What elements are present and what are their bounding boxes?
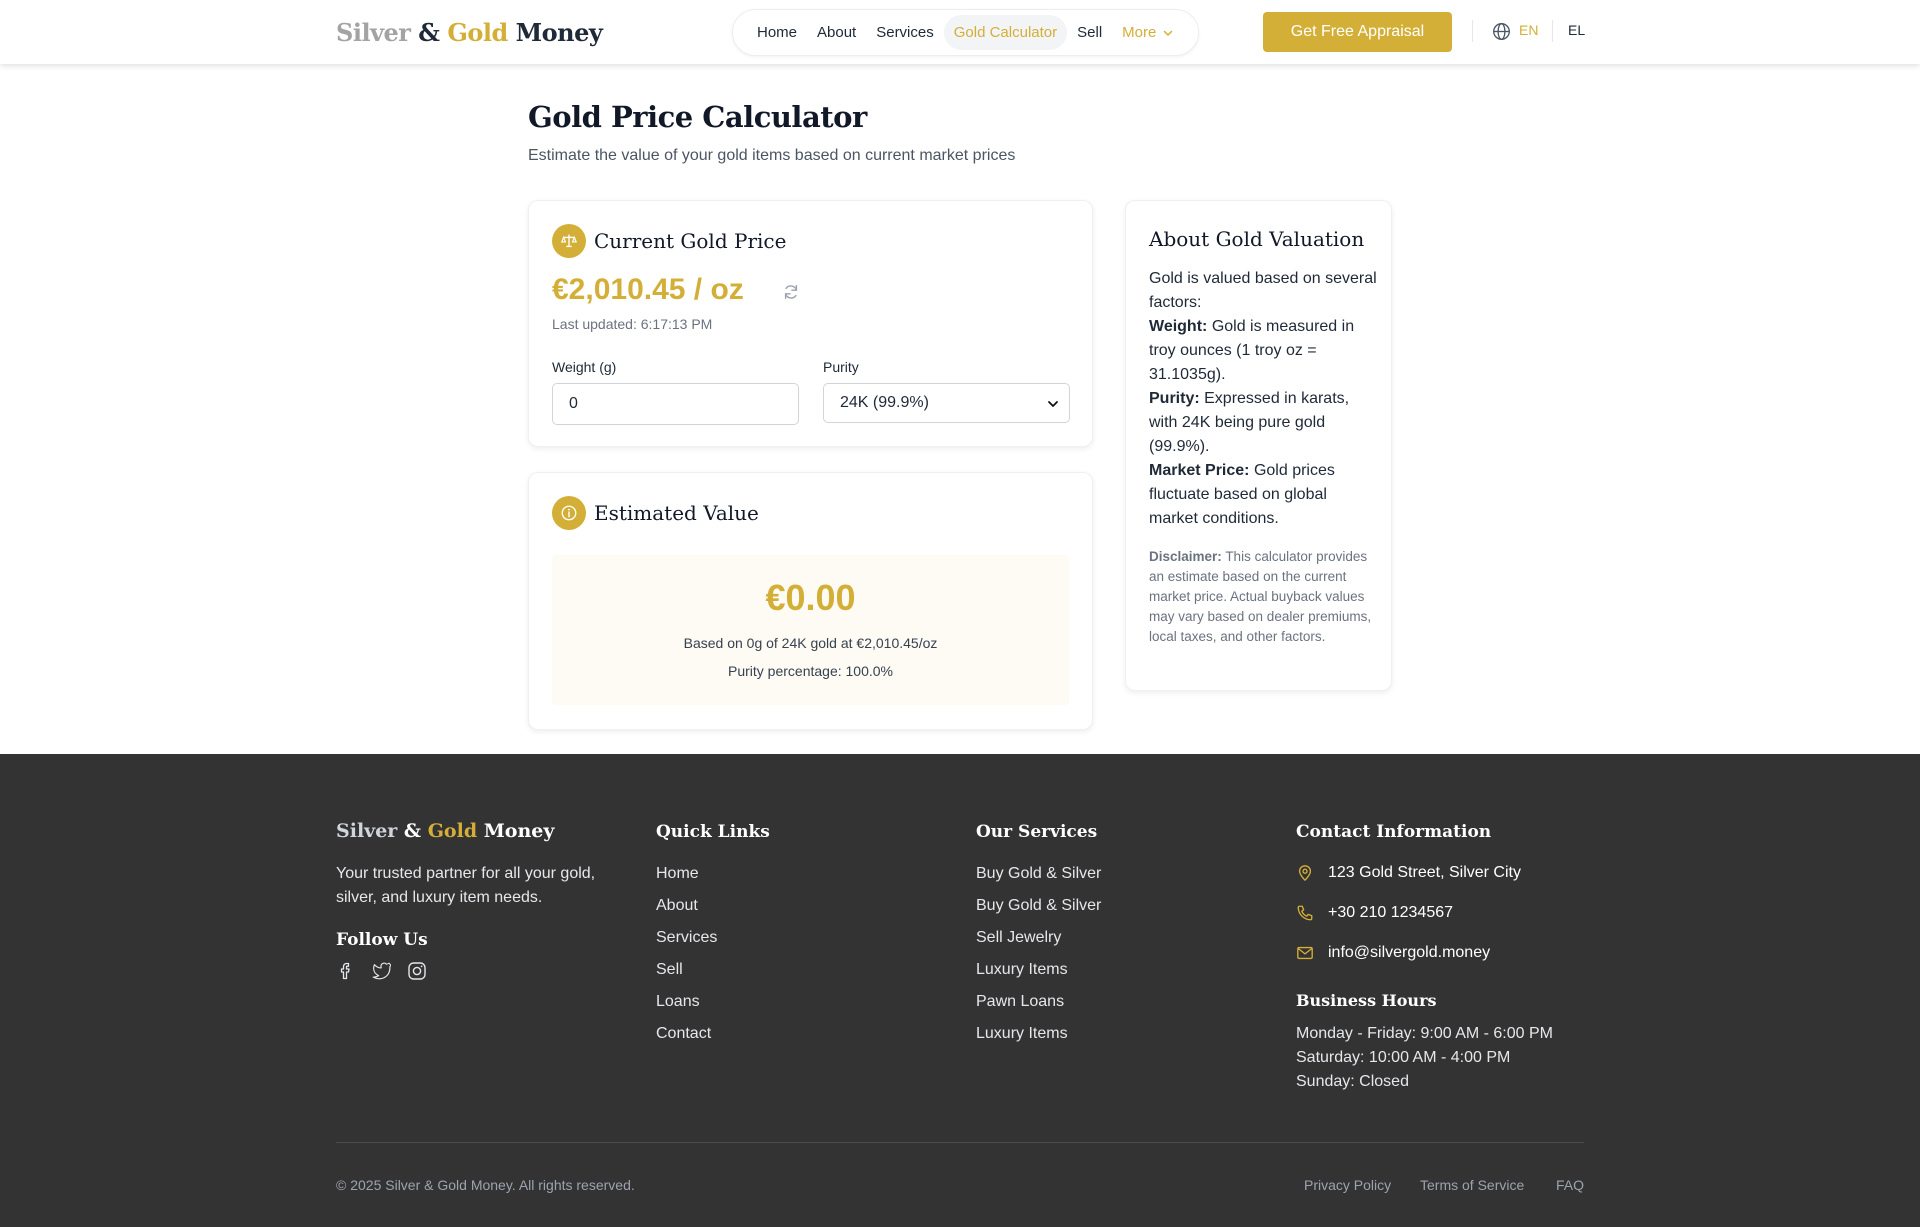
privacy-policy-link[interactable]: Privacy Policy — [1304, 1177, 1391, 1193]
footer-link-loans[interactable]: Loans — [656, 993, 700, 1011]
main-nav: Home About Services Gold Calculator Sell… — [732, 9, 1200, 56]
hours-saturday: Saturday: 10:00 AM - 4:00 PM — [1296, 1049, 1511, 1066]
purity-label: Purity — [823, 359, 859, 375]
service-link[interactable]: Pawn Loans — [976, 993, 1064, 1011]
chevron-down-icon — [1164, 30, 1173, 36]
footer-link-home[interactable]: Home — [656, 865, 699, 883]
weight-value: 0 — [569, 395, 578, 412]
copyright: © 2025 Silver & Gold Money. All rights r… — [336, 1177, 635, 1193]
address-text: 123 Gold Street, Silver City — [1328, 864, 1521, 881]
about-valuation-card: About Gold Valuation Gold is valued base… — [1125, 200, 1392, 691]
twitter-icon[interactable] — [371, 961, 392, 981]
about-intro: Gold is valued based on several factors: — [1149, 270, 1377, 311]
footer-link-about[interactable]: About — [656, 897, 698, 915]
value-result-box: €0.00 Based on 0g of 24K gold at €2,010.… — [552, 555, 1069, 705]
mail-icon — [1297, 946, 1313, 960]
terms-of-service-link[interactable]: Terms of Service — [1420, 1177, 1524, 1193]
phone-text: +30 210 1234567 — [1328, 904, 1454, 921]
service-link[interactable]: Luxury Items — [976, 961, 1068, 979]
market-term: Market Price: — [1149, 462, 1250, 479]
footer-tagline: Your trusted partner for all your gold, … — [336, 865, 596, 906]
chevron-down-icon — [1048, 401, 1058, 407]
purity-select[interactable]: 24K (99.9%) — [823, 383, 1070, 423]
site-header: Silver & Gold Money Home About Services … — [0, 0, 1920, 64]
globe-icon[interactable] — [1492, 22, 1511, 41]
logo-money: Money — [515, 18, 603, 47]
refresh-icon[interactable] — [782, 283, 800, 301]
estimated-value-card: Estimated Value €0.00 Based on 0g of 24K… — [528, 472, 1093, 730]
page-subtitle: Estimate the value of your gold items ba… — [528, 147, 1016, 164]
hours-sunday: Sunday: Closed — [1296, 1073, 1409, 1090]
purity-value: 24K (99.9%) — [840, 394, 929, 411]
nav-sell[interactable]: Sell — [1067, 15, 1112, 50]
quick-links-heading: Quick Links — [656, 822, 770, 842]
footer-logo-amp: & — [403, 820, 422, 842]
footer-link-sell[interactable]: Sell — [656, 961, 683, 979]
lang-en[interactable]: EN — [1519, 22, 1538, 38]
weight-term: Weight: — [1149, 318, 1208, 335]
purity-term: Purity: — [1149, 390, 1200, 407]
contact-info-heading: Contact Information — [1296, 822, 1492, 842]
divider — [1472, 20, 1473, 42]
map-pin-icon — [1298, 865, 1312, 881]
purity-percentage: Purity percentage: 100.0% — [728, 663, 893, 679]
logo[interactable]: Silver & Gold Money — [336, 18, 603, 47]
estimated-amount: €0.00 — [765, 577, 856, 618]
get-free-appraisal-button[interactable]: Get Free Appraisal — [1263, 12, 1452, 52]
service-link[interactable]: Buy Gold & Silver — [976, 897, 1101, 915]
disclaimer-term: Disclaimer: — [1149, 549, 1222, 564]
email-text: info@silvergold.money — [1328, 944, 1491, 961]
instagram-icon[interactable] — [407, 961, 427, 981]
current-price-card: Current Gold Price €2,010.45 / oz Last u… — [528, 200, 1093, 447]
current-price-title: Current Gold Price — [594, 229, 787, 253]
logo-amp: & — [418, 18, 440, 47]
footer-logo-money: Money — [483, 820, 555, 842]
phone-icon — [1297, 905, 1313, 921]
page-title: Gold Price Calculator — [528, 100, 867, 134]
estimated-value-title: Estimated Value — [594, 501, 759, 525]
contact-address: 123 Gold Street, Silver City — [1296, 864, 1521, 882]
disclaimer: Disclaimer: This calculator provides an … — [1149, 547, 1379, 647]
nav-more-label: More — [1122, 24, 1157, 41]
contact-phone[interactable]: +30 210 1234567 — [1296, 904, 1453, 922]
scale-icon — [552, 224, 586, 258]
service-link[interactable]: Sell Jewelry — [976, 929, 1061, 947]
hours-weekdays: Monday - Friday: 9:00 AM - 6:00 PM — [1296, 1025, 1553, 1042]
footer-logo-silver: Silver — [336, 820, 398, 842]
divider — [1552, 20, 1553, 42]
faq-link[interactable]: FAQ — [1556, 1177, 1584, 1193]
nav-services[interactable]: Services — [866, 15, 944, 50]
about-title: About Gold Valuation — [1149, 227, 1365, 251]
footer-link-contact[interactable]: Contact — [656, 1025, 711, 1043]
weight-label: Weight (g) — [552, 359, 617, 375]
contact-email[interactable]: info@silvergold.money — [1296, 944, 1490, 962]
service-link[interactable]: Luxury Items — [976, 1025, 1068, 1043]
gold-price: €2,010.45 / oz — [552, 273, 744, 306]
about-body: Gold is valued based on several factors:… — [1149, 267, 1379, 531]
footer-logo-gold: Gold — [427, 820, 478, 842]
logo-gold: Gold — [447, 18, 508, 47]
info-icon — [552, 496, 586, 530]
footer-link-services[interactable]: Services — [656, 929, 717, 947]
nav-gold-calculator[interactable]: Gold Calculator — [943, 15, 1068, 50]
nav-about[interactable]: About — [807, 15, 866, 50]
logo-silver: Silver — [336, 18, 411, 47]
estimate-basis: Based on 0g of 24K gold at €2,010.45/oz — [683, 635, 938, 651]
weight-input[interactable]: 0 — [552, 383, 799, 425]
footer-logo[interactable]: Silver & Gold Money — [336, 820, 554, 842]
nav-home[interactable]: Home — [747, 15, 807, 50]
follow-us-heading: Follow Us — [336, 930, 428, 950]
site-footer: Silver & Gold Money Your trusted partner… — [0, 754, 1920, 1227]
service-link[interactable]: Buy Gold & Silver — [976, 865, 1101, 883]
last-updated: Last updated: 6:17:13 PM — [552, 316, 713, 332]
facebook-icon[interactable] — [336, 961, 356, 981]
lang-el[interactable]: EL — [1568, 22, 1585, 38]
business-hours-heading: Business Hours — [1296, 991, 1437, 1010]
nav-more[interactable]: More — [1112, 15, 1184, 50]
our-services-heading: Our Services — [976, 822, 1098, 842]
footer-divider — [336, 1142, 1584, 1143]
